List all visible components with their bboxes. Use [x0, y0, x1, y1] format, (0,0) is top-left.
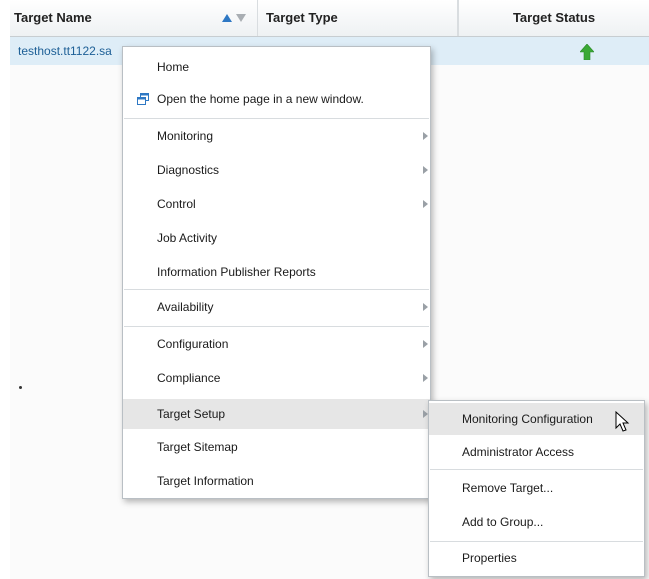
menu-item-target-setup[interactable]: Target Setup	[123, 399, 430, 429]
table-header: Target Name Target Type Target Status	[10, 0, 649, 37]
menu-item-diagnostics-label: Diagnostics	[157, 163, 220, 177]
menu-separator	[124, 326, 429, 327]
menu-item-open-new-window-label: Open the home page in a new window.	[157, 92, 364, 106]
menu-item-monitoring-configuration-label: Monitoring Configuration	[462, 412, 593, 426]
submenu-arrow-icon	[423, 303, 428, 311]
splitter-handle[interactable]	[19, 386, 22, 389]
menu-item-diagnostics[interactable]: Diagnostics	[123, 156, 430, 184]
menu-item-target-sitemap[interactable]: Target Sitemap	[123, 433, 430, 461]
submenu-arrow-icon	[423, 166, 428, 174]
menu-item-open-new-window[interactable]: Open the home page in a new window.	[123, 85, 430, 113]
menu-item-availability[interactable]: Availability	[123, 293, 430, 321]
column-header-target-name-label: Target Name	[14, 10, 92, 25]
menu-item-configuration-label: Configuration	[157, 337, 229, 351]
column-header-target-status-label: Target Status	[512, 10, 596, 25]
menu-item-add-to-group[interactable]: Add to Group...	[429, 508, 644, 536]
column-header-target-type-label: Target Type	[266, 10, 338, 25]
menu-item-configuration[interactable]: Configuration	[123, 330, 430, 358]
target-context-menu: Home Open the home page in a new window.…	[122, 46, 431, 499]
column-header-target-name[interactable]: Target Name	[10, 0, 258, 36]
column-header-target-status[interactable]: Target Status	[458, 0, 649, 36]
menu-item-monitoring-configuration[interactable]: Monitoring Configuration	[429, 403, 644, 435]
menu-item-administrator-access[interactable]: Administrator Access	[429, 438, 644, 466]
submenu-arrow-icon	[423, 374, 428, 382]
menu-item-remove-target-label: Remove Target...	[462, 481, 554, 495]
menu-item-administrator-access-label: Administrator Access	[462, 445, 575, 459]
menu-item-information-publisher-reports-label: Information Publisher Reports	[157, 265, 316, 279]
column-header-target-type[interactable]: Target Type	[258, 0, 458, 36]
menu-item-compliance[interactable]: Compliance	[123, 364, 430, 392]
target-setup-submenu: Monitoring Configuration Administrator A…	[428, 400, 645, 577]
status-up-arrow-icon	[580, 44, 594, 60]
menu-item-control-label: Control	[157, 197, 196, 211]
menu-separator	[430, 469, 643, 470]
menu-item-add-to-group-label: Add to Group...	[462, 515, 544, 529]
menu-item-compliance-label: Compliance	[157, 371, 221, 385]
menu-item-home[interactable]: Home	[123, 53, 430, 81]
submenu-arrow-icon	[423, 340, 428, 348]
menu-item-availability-label: Availability	[157, 300, 214, 314]
target-name-link[interactable]: testhost.tt1122.sa	[18, 37, 112, 65]
menu-item-home-label: Home	[157, 60, 190, 74]
submenu-arrow-icon	[423, 200, 428, 208]
sort-descending-icon[interactable]	[236, 14, 246, 22]
menu-item-monitoring-label: Monitoring	[157, 129, 214, 143]
new-window-icon	[137, 93, 149, 105]
menu-item-control[interactable]: Control	[123, 190, 430, 218]
submenu-arrow-icon	[423, 132, 428, 140]
mouse-cursor-icon	[615, 411, 630, 432]
menu-item-job-activity-label: Job Activity	[157, 231, 218, 245]
menu-separator	[124, 118, 429, 119]
menu-item-monitoring[interactable]: Monitoring	[123, 122, 430, 150]
menu-separator	[124, 289, 429, 290]
menu-item-properties[interactable]: Properties	[429, 544, 644, 572]
menu-item-remove-target[interactable]: Remove Target...	[429, 474, 644, 502]
menu-item-target-setup-label: Target Setup	[157, 407, 226, 421]
menu-item-target-sitemap-label: Target Sitemap	[157, 440, 238, 454]
menu-item-properties-label: Properties	[462, 551, 517, 565]
menu-item-target-information[interactable]: Target Information	[123, 467, 430, 495]
menu-item-target-information-label: Target Information	[157, 474, 254, 488]
sort-ascending-icon[interactable]	[222, 14, 232, 22]
menu-item-information-publisher-reports[interactable]: Information Publisher Reports	[123, 258, 430, 286]
menu-item-job-activity[interactable]: Job Activity	[123, 224, 430, 252]
menu-separator	[430, 541, 643, 542]
